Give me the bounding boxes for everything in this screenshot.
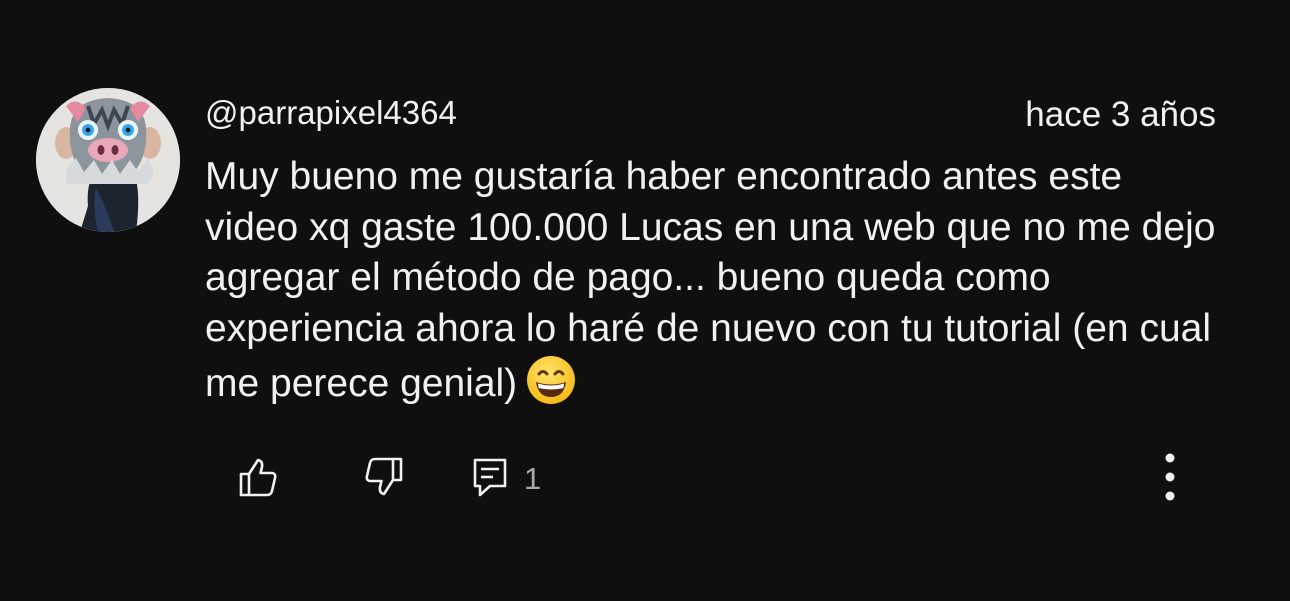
thumb-up-icon <box>239 458 277 497</box>
thumb-down-icon <box>365 457 403 496</box>
comment-text: Muy bueno me gustaría haber encontrado a… <box>205 155 1216 405</box>
reply-comment-icon <box>473 458 507 497</box>
comment-text-container: Muy bueno me gustaría haber encontrado a… <box>205 152 1225 410</box>
comment-thread-item: @parrapixel4364 hace 3 años Muy bueno me… <box>0 0 1290 601</box>
comment-author[interactable]: @parrapixel4364 <box>205 93 457 133</box>
reply-count[interactable]: 1 <box>524 460 541 498</box>
avatar-image <box>36 88 180 232</box>
more-options-button[interactable] <box>1155 450 1185 504</box>
like-button[interactable] <box>236 455 280 499</box>
avatar[interactable] <box>36 88 180 232</box>
grinning-face-emoji-icon <box>525 354 577 406</box>
comment-timestamp[interactable]: hace 3 años <box>1025 95 1216 135</box>
more-vertical-icon <box>1165 453 1175 501</box>
dislike-button[interactable] <box>360 455 406 499</box>
reply-button[interactable] <box>470 455 510 499</box>
